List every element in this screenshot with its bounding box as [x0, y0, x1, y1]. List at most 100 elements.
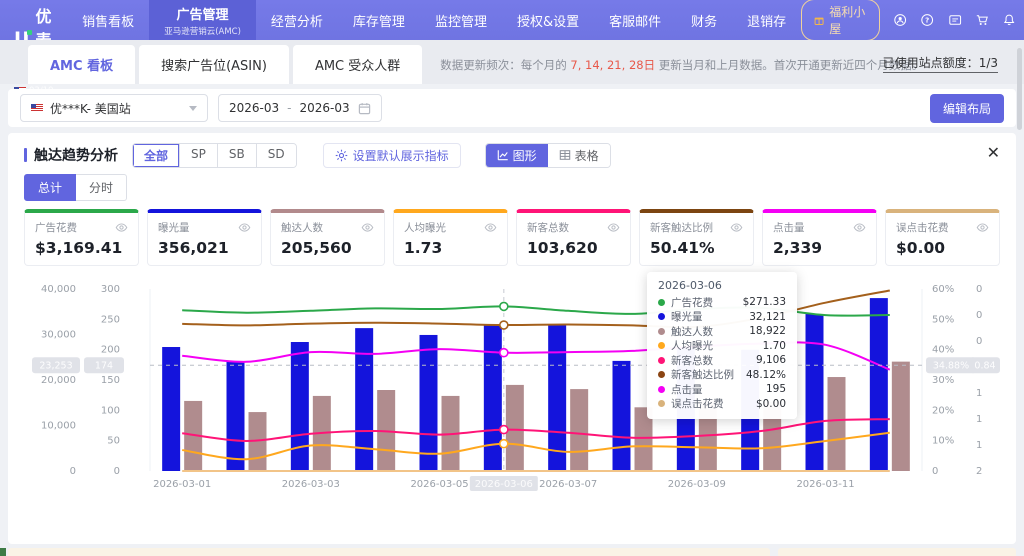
axis-tick-a2: 50 [107, 436, 120, 447]
eye-icon[interactable] [607, 221, 620, 234]
eye-icon[interactable] [484, 221, 497, 234]
bar-曝光量[interactable] [548, 324, 566, 471]
axis-tick-a1: 30,000 [41, 330, 76, 341]
nav-item-广告管理[interactable]: 广告管理亚马逊营销云(AMC) [149, 0, 256, 40]
nav-item-label: 销售看板 [82, 11, 134, 30]
metric-label: 广告花费 [35, 220, 77, 235]
tab-AMC 受众人群[interactable]: AMC 受众人群 [293, 45, 422, 84]
tooltip-row: 新客触达比例48.12% [658, 368, 786, 383]
eye-icon[interactable] [238, 221, 251, 234]
calendar-icon [358, 102, 371, 115]
scrollbar[interactable] [1017, 48, 1022, 130]
tooltip-row: 误点击花费$0.00 [658, 397, 786, 412]
customer-service-icon[interactable] [893, 11, 907, 29]
bar-曝光量[interactable] [420, 335, 438, 471]
eye-icon[interactable] [115, 221, 128, 234]
nav-item-退销存[interactable]: 退销存 [732, 0, 801, 40]
metric-card-top: 误点击花费 [896, 220, 989, 235]
mode-hourly-button[interactable]: 分时 [76, 174, 127, 201]
metric-value: 205,560 [281, 239, 374, 257]
series-dot [658, 328, 665, 335]
nav-item-客服邮件[interactable]: 客服邮件 [594, 0, 676, 40]
pointer-badge-x: 2026-03-06 [470, 476, 538, 491]
series-name: 触达人数 [671, 324, 749, 339]
nav-item-label: 广告管理 [177, 4, 229, 23]
metric-value: 50.41% [650, 239, 743, 257]
x-axis-label: 2026-03-01 [153, 479, 211, 490]
welfare-button[interactable]: 福利小屋 [801, 0, 880, 41]
nav-item-库存管理[interactable]: 库存管理 [338, 0, 420, 40]
svg-text:34.88%: 34.88% [933, 361, 969, 372]
gear-icon [335, 149, 348, 162]
bar-曝光量[interactable] [870, 298, 888, 471]
nav-item-经营分析[interactable]: 经营分析 [256, 0, 338, 40]
axis-tick-pct: 30% [932, 375, 954, 386]
eye-icon[interactable] [853, 221, 866, 234]
tooltip-row: 人均曝光1.70 [658, 339, 786, 354]
metric-label: 误点击花费 [896, 220, 949, 235]
help-icon[interactable]: ? [920, 11, 934, 29]
bar-触达人数[interactable] [506, 385, 524, 471]
scope-option-SP[interactable]: SP [180, 144, 218, 167]
date-range-picker[interactable]: 2026-03 - 2026-03 [218, 94, 382, 122]
mode-total-button[interactable]: 总计 [24, 174, 76, 201]
site-quota[interactable]: 已使用站点额度：1/3 [883, 54, 998, 73]
nav-item-label: 经营分析 [271, 11, 323, 30]
default-metrics-button[interactable]: 设置默认展示指标 [323, 143, 461, 168]
nav-item-监控管理[interactable]: 监控管理 [420, 0, 502, 40]
view-chart-option[interactable]: 图形 [486, 144, 548, 167]
trend-chart-svg: 40,00030,00020,00010,0000300250200150100… [24, 274, 1000, 514]
peek-card-left [8, 548, 770, 556]
bar-触达人数[interactable] [892, 362, 910, 471]
nav-item-财务[interactable]: 财务 [676, 0, 732, 40]
nav-item-授权&设置[interactable]: 授权&设置 [502, 0, 594, 40]
date-start: 2026-03 [229, 101, 279, 115]
section-title: 触达趋势分析 [24, 145, 118, 165]
scope-option-全部[interactable]: 全部 [133, 144, 180, 167]
eye-icon[interactable] [361, 221, 374, 234]
bar-曝光量[interactable] [484, 325, 502, 471]
store-select[interactable]: 优***K- 美国站 [20, 94, 208, 122]
edit-layout-button[interactable]: 编辑布局 [930, 94, 1004, 123]
bar-曝光量[interactable] [613, 361, 631, 471]
metric-card-top: 点击量 [773, 220, 866, 235]
eye-icon[interactable] [976, 221, 989, 234]
message-icon[interactable] [948, 11, 962, 29]
metric-value: $3,169.41 [35, 239, 128, 257]
tab-AMC 看板[interactable]: AMC 看板 [28, 45, 135, 84]
series-name: 人均曝光 [671, 338, 763, 353]
metric-card-广告花费: 广告花费 $3,169.41 [24, 209, 139, 266]
nav-item-subtitle: 亚马逊营销云(AMC) [164, 25, 241, 37]
eye-icon[interactable] [730, 221, 743, 234]
brand: U 优麦云 (UTC-7): 03/19 01:31:21 [0, 0, 67, 40]
bar-曝光量[interactable] [291, 342, 309, 471]
metric-label: 曝光量 [158, 220, 190, 235]
nav-right: 福利小屋 ? [801, 0, 1024, 40]
svg-text:0.84: 0.84 [974, 361, 995, 372]
metric-card-top: 触达人数 [281, 220, 374, 235]
series-dot [658, 313, 665, 320]
axis-tick-a2: 100 [101, 405, 120, 416]
svg-text:2026-03-06: 2026-03-06 [475, 479, 533, 490]
view-table-option[interactable]: 表格 [548, 144, 610, 167]
axis-tick-out: 0 [976, 310, 982, 321]
bar-触达人数[interactable] [828, 377, 846, 471]
tooltip-row: 点击量195 [658, 382, 786, 397]
metric-value: 2,339 [773, 239, 866, 257]
metric-value: 103,620 [527, 239, 620, 257]
nav-item-label: 监控管理 [435, 11, 487, 30]
scope-option-SB[interactable]: SB [218, 144, 257, 167]
marker-人均曝光 [500, 440, 508, 448]
series-name: 新客总数 [671, 353, 756, 368]
close-icon[interactable]: ✕ [987, 145, 1000, 161]
metric-card-点击量: 点击量 2,339 [762, 209, 877, 266]
cart-icon[interactable] [975, 11, 989, 29]
bar-触达人数[interactable] [570, 389, 588, 471]
bell-icon[interactable] [1002, 11, 1016, 29]
tab-搜索广告位(ASIN)[interactable]: 搜索广告位(ASIN) [139, 45, 289, 84]
nav-item-销售看板[interactable]: 销售看板 [67, 0, 149, 40]
filter-bar: 优***K- 美国站 2026-03 - 2026-03 编辑布局 [8, 89, 1016, 127]
bar-曝光量[interactable] [806, 314, 824, 471]
scope-option-SD[interactable]: SD [257, 144, 296, 167]
bar-曝光量[interactable] [227, 361, 245, 471]
